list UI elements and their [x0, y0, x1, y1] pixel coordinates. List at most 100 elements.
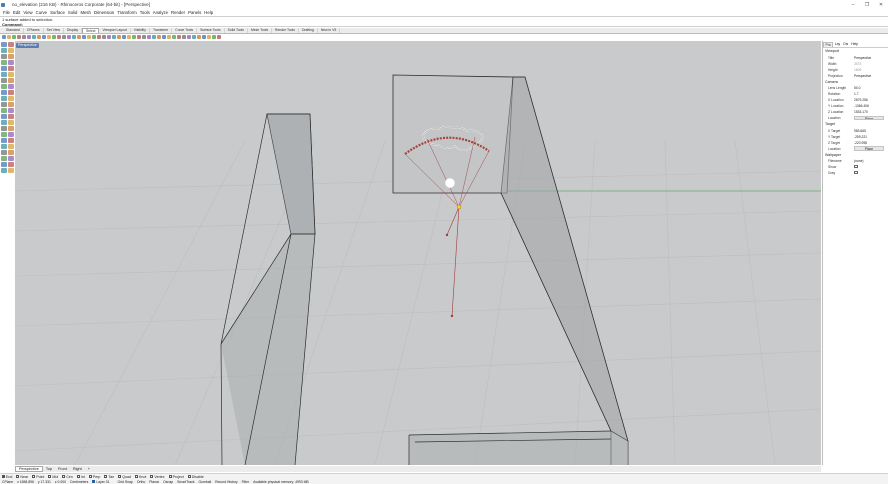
osnap-mid[interactable]: Mid	[48, 475, 58, 479]
point-icon[interactable]	[1, 114, 7, 119]
menu-surface[interactable]: Surface	[50, 10, 65, 15]
sphere-icon[interactable]	[1, 72, 7, 77]
curve-icon[interactable]	[1, 48, 7, 53]
extrude-icon[interactable]	[1, 66, 7, 71]
viewport-scene[interactable]	[15, 41, 821, 465]
osnap-checkbox[interactable]	[32, 475, 36, 478]
osnap-checkbox[interactable]	[48, 475, 52, 478]
menu-view[interactable]: View	[23, 10, 32, 15]
command-prompt[interactable]: Command:	[2, 22, 886, 28]
zoom-icon[interactable]	[122, 35, 126, 39]
extrude-icon[interactable]	[1, 138, 7, 143]
circle-icon[interactable]	[8, 48, 14, 53]
rectangle-icon[interactable]	[8, 54, 14, 59]
osnap-quad[interactable]: Quad	[118, 475, 131, 479]
viewport-tab-top[interactable]: Top	[43, 467, 55, 471]
status-cplane[interactable]: CPlane	[2, 480, 13, 484]
panel-tab-lay[interactable]: Lay	[833, 42, 841, 46]
menu-analyze[interactable]: Analyze	[153, 10, 168, 15]
move-icon[interactable]	[1, 162, 7, 167]
osnap-checkbox[interactable]	[168, 475, 172, 478]
polygon-icon[interactable]	[1, 60, 7, 65]
osnap-knot[interactable]: Knot	[134, 475, 146, 479]
toolbar-tab-render-tools[interactable]: Render Tools	[272, 28, 299, 33]
paste-icon[interactable]	[102, 35, 106, 39]
status-smarttrack[interactable]: SmartTrack	[177, 480, 194, 484]
split-icon[interactable]	[1, 156, 7, 161]
toolbar-tab-drafting[interactable]: Drafting	[299, 28, 318, 33]
osnap-checkbox[interactable]	[88, 475, 92, 478]
property-value[interactable]: Perspective	[854, 56, 888, 60]
toolbar-tab-display[interactable]: Display	[64, 28, 83, 33]
surface-icon[interactable]	[8, 132, 14, 137]
copy-icon[interactable]	[27, 35, 31, 39]
property-value[interactable]: 1.7	[854, 92, 888, 96]
menu-file[interactable]: File	[3, 10, 10, 15]
osnap-point[interactable]: Point	[32, 475, 44, 479]
scale-icon[interactable]	[8, 168, 14, 173]
property-value[interactable]: Perspective	[854, 74, 888, 78]
circle-icon[interactable]	[8, 120, 14, 125]
split-icon[interactable]	[1, 84, 7, 89]
trim-icon[interactable]	[8, 78, 14, 83]
close-button[interactable]: ✕	[874, 0, 888, 9]
open-icon[interactable]	[217, 35, 221, 39]
property-value[interactable]: 2679.256	[854, 98, 888, 102]
open-icon[interactable]	[147, 35, 151, 39]
new-file-icon[interactable]	[72, 35, 76, 39]
status-available-physical-memory-4993-mb[interactable]: Available physical memory: 4993 MB	[253, 480, 309, 484]
array-icon[interactable]	[8, 102, 14, 107]
undo-icon[interactable]	[37, 35, 41, 39]
osnap-project[interactable]: Project	[168, 475, 184, 479]
box-icon[interactable]	[8, 138, 14, 143]
property-checkbox[interactable]	[854, 170, 888, 176]
new-file-icon[interactable]	[142, 35, 146, 39]
panel-tab-help[interactable]: Help	[850, 42, 860, 46]
osnap-checkbox[interactable]	[118, 475, 122, 478]
paste-icon[interactable]	[32, 35, 36, 39]
osnap-vertex[interactable]: Vertex	[150, 475, 165, 479]
new-file-icon[interactable]	[2, 35, 6, 39]
print-icon[interactable]	[17, 35, 21, 39]
checkbox-box[interactable]	[854, 164, 858, 169]
point-icon[interactable]	[1, 42, 7, 47]
toolbar-tab-standard[interactable]: Standard	[3, 28, 24, 33]
menu-edit[interactable]: Edit	[13, 10, 20, 15]
checkbox-box[interactable]	[854, 170, 858, 175]
rectangle-icon[interactable]	[8, 126, 14, 131]
copy-icon[interactable]	[97, 35, 101, 39]
osnap-cen[interactable]: Cen	[62, 475, 73, 479]
property-value[interactable]: (none)	[854, 159, 888, 163]
cut-icon[interactable]	[22, 35, 26, 39]
osnap-checkbox[interactable]	[76, 475, 80, 478]
arc-icon[interactable]	[1, 54, 7, 59]
toolbar-tab-new-in-v5[interactable]: New in V5	[318, 28, 341, 33]
osnap-perp[interactable]: Perp	[88, 475, 100, 479]
property-value[interactable]: 1533.170	[854, 110, 888, 114]
arc-icon[interactable]	[1, 126, 7, 131]
property-checkbox[interactable]	[854, 164, 888, 170]
toolbar-tab-curve-tools[interactable]: Curve Tools	[172, 28, 198, 33]
dimension-icon[interactable]	[1, 108, 7, 113]
select-icon[interactable]	[127, 35, 131, 39]
copy-icon[interactable]	[167, 35, 171, 39]
status-ortho[interactable]: Ortho	[137, 480, 145, 484]
menu-panels[interactable]: Panels	[188, 10, 201, 15]
undo-icon[interactable]	[177, 35, 181, 39]
property-value[interactable]: -1366.406	[854, 104, 888, 108]
pan-icon[interactable]	[112, 35, 116, 39]
place-button[interactable]: Place	[854, 115, 884, 121]
toolbar-tab-set-view[interactable]: Set View	[44, 28, 64, 33]
menu-solid[interactable]: Solid	[68, 10, 78, 15]
menu-dimension[interactable]: Dimension	[94, 10, 114, 15]
osnap-checkbox[interactable]	[104, 475, 108, 478]
status-record-history[interactable]: Record History	[215, 480, 237, 484]
osnap-checkbox[interactable]	[62, 475, 66, 478]
render-icon[interactable]	[137, 35, 141, 39]
property-value[interactable]: 50.0	[854, 86, 888, 90]
viewport-tab-front[interactable]: Front	[55, 467, 70, 471]
undo-icon[interactable]	[107, 35, 111, 39]
layer-icon[interactable]	[202, 35, 206, 39]
toolbar-tab-select[interactable]: Select	[82, 28, 100, 33]
select-icon[interactable]	[197, 35, 201, 39]
